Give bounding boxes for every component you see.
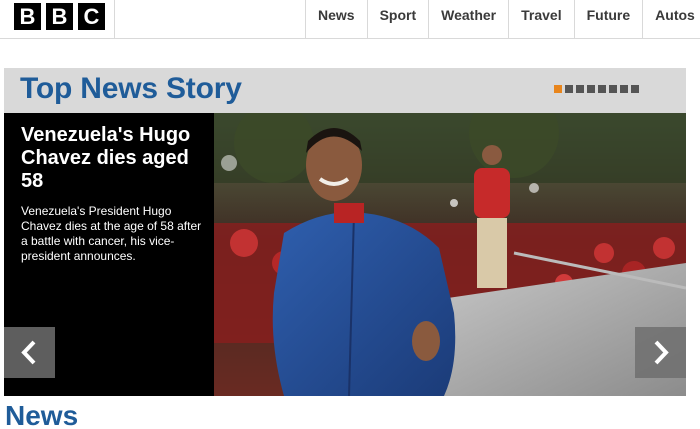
logo-letter-b2: B (46, 3, 73, 30)
carousel-dot-3[interactable] (576, 85, 584, 93)
story-summary: Venezuela's President Hugo Chavez dies a… (21, 204, 202, 263)
story-headline[interactable]: Venezuela's Hugo Chavez dies aged 58 (21, 124, 209, 193)
top-news-story-title: Top News Story (20, 72, 242, 105)
rally-photo-illustration (214, 113, 686, 396)
carousel-dot-8[interactable] (631, 85, 639, 93)
carousel-prev-button[interactable] (4, 327, 55, 378)
top-bar: B B C News Sport Weather Travel Future A… (0, 0, 700, 39)
carousel-dot-5[interactable] (598, 85, 606, 93)
logo-letter-c: C (78, 3, 105, 30)
carousel-next-button[interactable] (635, 327, 686, 378)
nav-item-sport[interactable]: Sport (366, 0, 429, 39)
bbc-logo[interactable]: B B C (14, 3, 105, 30)
nav-item-autos[interactable]: Autos (642, 0, 700, 39)
chevron-left-icon (21, 340, 36, 365)
logo-divider (114, 0, 115, 39)
nav-item-future[interactable]: Future (573, 0, 643, 39)
news-section-title[interactable]: News (5, 400, 78, 429)
nav-item-weather[interactable]: Weather (428, 0, 508, 39)
main-nav: News Sport Weather Travel Future Autos (305, 0, 700, 39)
carousel-dot-6[interactable] (609, 85, 617, 93)
carousel-dot-1[interactable] (554, 85, 562, 93)
carousel-dot-2[interactable] (565, 85, 573, 93)
story-photo[interactable] (214, 113, 686, 396)
carousel-indicators (554, 85, 639, 93)
chevron-right-icon (654, 340, 669, 365)
logo-letter-b1: B (14, 3, 41, 30)
nav-item-news[interactable]: News (305, 0, 367, 39)
carousel-dot-7[interactable] (620, 85, 628, 93)
nav-item-travel[interactable]: Travel (508, 0, 573, 39)
carousel-dot-4[interactable] (587, 85, 595, 93)
top-news-story-module: Top News Story Venezuela's Hugo Chavez d… (4, 68, 686, 396)
